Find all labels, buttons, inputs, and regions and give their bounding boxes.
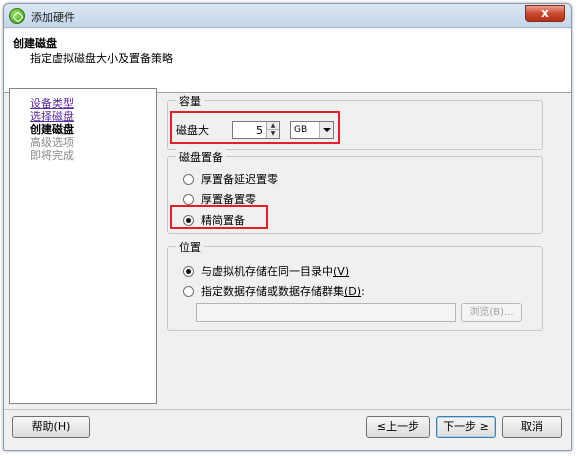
radio-specify-datastore[interactable]: 指定数据存储或数据存储群集(D): [183, 283, 365, 299]
footer-divider [4, 409, 571, 410]
page-subtitle: 指定虚拟磁盘大小及置备策略 [30, 52, 173, 65]
page-title: 创建磁盘 [13, 37, 57, 50]
datastore-path-field [196, 303, 456, 322]
hotkey-v: (V) [333, 265, 350, 278]
radio-specify-datastore-label: 指定数据存储或数据存储群集 [201, 285, 344, 298]
browse-button: 浏览(B)... [461, 303, 522, 322]
radio-thick-lazy-zeroed[interactable]: 厚置备延迟置零 [183, 171, 278, 187]
provisioning-group: 磁盘置备 厚置备延迟置零 厚置备置零 精简置备 [167, 149, 543, 234]
wizard-header: 创建磁盘 指定虚拟磁盘大小及置备策略 [4, 29, 571, 93]
location-group: 位置 与虚拟机存储在同一目录中(V) 指定数据存储或数据存储群集(D): 浏览(… [167, 239, 543, 331]
highlight-box-capacity [170, 111, 340, 144]
add-hardware-window: 添加硬件 x 创建磁盘 指定虚拟磁盘大小及置备策略 设备类型 选择磁盘 创建磁盘… [3, 3, 572, 451]
main-content: 容量 磁盘大 5 ▲ ▼ GB 磁盘置备 厚置备延迟置零 厚置备置零 精简置备 … [164, 88, 544, 404]
radio-thick-lazy-zeroed-label: 厚置备延迟置零 [201, 173, 278, 186]
step-select-disk[interactable]: 选择磁盘 [30, 110, 74, 123]
hotkey-d: (D) [344, 285, 362, 298]
highlight-box-thin [170, 205, 268, 229]
radio-icon[interactable] [183, 194, 194, 205]
radio-icon[interactable] [183, 174, 194, 185]
colon: : [361, 285, 365, 298]
step-device-type[interactable]: 设备类型 [30, 97, 74, 110]
window-title: 添加硬件 [31, 11, 75, 24]
capacity-group-label: 容量 [176, 93, 204, 109]
radio-store-with-vm[interactable]: 与虚拟机存储在同一目录中(V) [183, 263, 349, 279]
step-create-disk: 创建磁盘 [30, 123, 74, 136]
radio-selected-icon[interactable] [183, 266, 194, 277]
vsphere-app-icon [9, 8, 25, 24]
back-button[interactable]: ≤上一步 [366, 416, 430, 438]
step-advanced-options: 高级选项 [30, 136, 74, 149]
radio-icon[interactable] [183, 286, 194, 297]
help-button[interactable]: 帮助(H) [12, 416, 90, 438]
cancel-button[interactable]: 取消 [502, 416, 562, 438]
title-bar: 添加硬件 x [4, 4, 571, 28]
close-button[interactable]: x [525, 5, 565, 22]
wizard-steps-panel: 设备类型 选择磁盘 创建磁盘 高级选项 即将完成 [9, 88, 157, 404]
radio-store-with-vm-label: 与虚拟机存储在同一目录中 [201, 265, 333, 278]
location-group-label: 位置 [176, 239, 204, 255]
capacity-group: 容量 磁盘大 5 ▲ ▼ GB [167, 93, 543, 150]
provisioning-group-label: 磁盘置备 [176, 149, 226, 165]
next-button[interactable]: 下一步 ≥ [436, 416, 496, 438]
close-icon: x [541, 6, 549, 20]
step-ready-to-complete: 即将完成 [30, 149, 74, 162]
